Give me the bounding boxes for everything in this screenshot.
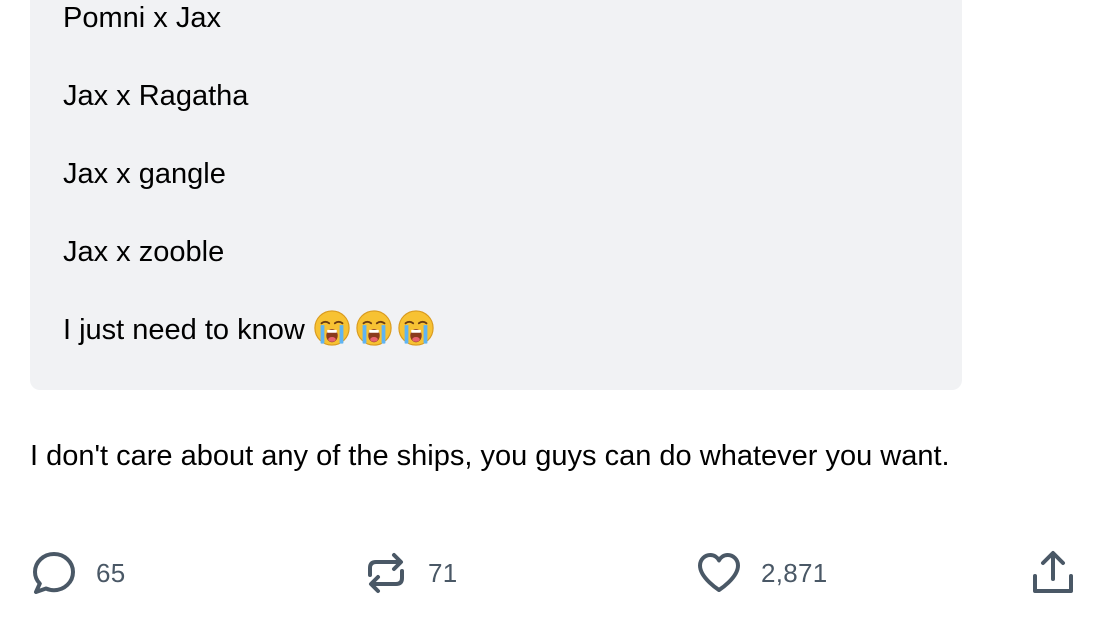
loudly-crying-face-icon xyxy=(356,310,392,347)
share-button[interactable] xyxy=(1030,546,1076,600)
quote-line-1: Pomni x Jax xyxy=(63,2,221,34)
quote-line-5-text: I just need to know xyxy=(63,314,305,346)
likes-count: 2,871 xyxy=(761,557,828,588)
loudly-crying-face-icon xyxy=(314,310,350,347)
quote-line-3: Jax x gangle xyxy=(63,158,226,190)
loudly-crying-face-icon xyxy=(398,310,434,347)
quote-line-5: I just need to know xyxy=(63,309,435,350)
quote-line-2: Jax x Ragatha xyxy=(63,80,249,112)
reblog-button[interactable]: 71 xyxy=(362,546,458,600)
comment-bubble-icon xyxy=(30,549,78,597)
reply-text: I don't care about any of the ships, you… xyxy=(30,440,950,472)
quote-line-4: Jax x zooble xyxy=(63,236,225,268)
share-upload-icon xyxy=(1030,549,1076,597)
comments-count: 65 xyxy=(96,557,126,588)
heart-icon xyxy=(695,549,743,597)
reblogs-count: 71 xyxy=(428,557,458,588)
comments-button[interactable]: 65 xyxy=(30,546,126,600)
like-button[interactable]: 2,871 xyxy=(695,546,828,600)
post: Pomni x Jax Jax x Ragatha Jax x gangle J… xyxy=(0,0,1106,622)
reblog-icon xyxy=(362,549,410,597)
crying-emoji-group xyxy=(313,309,435,347)
